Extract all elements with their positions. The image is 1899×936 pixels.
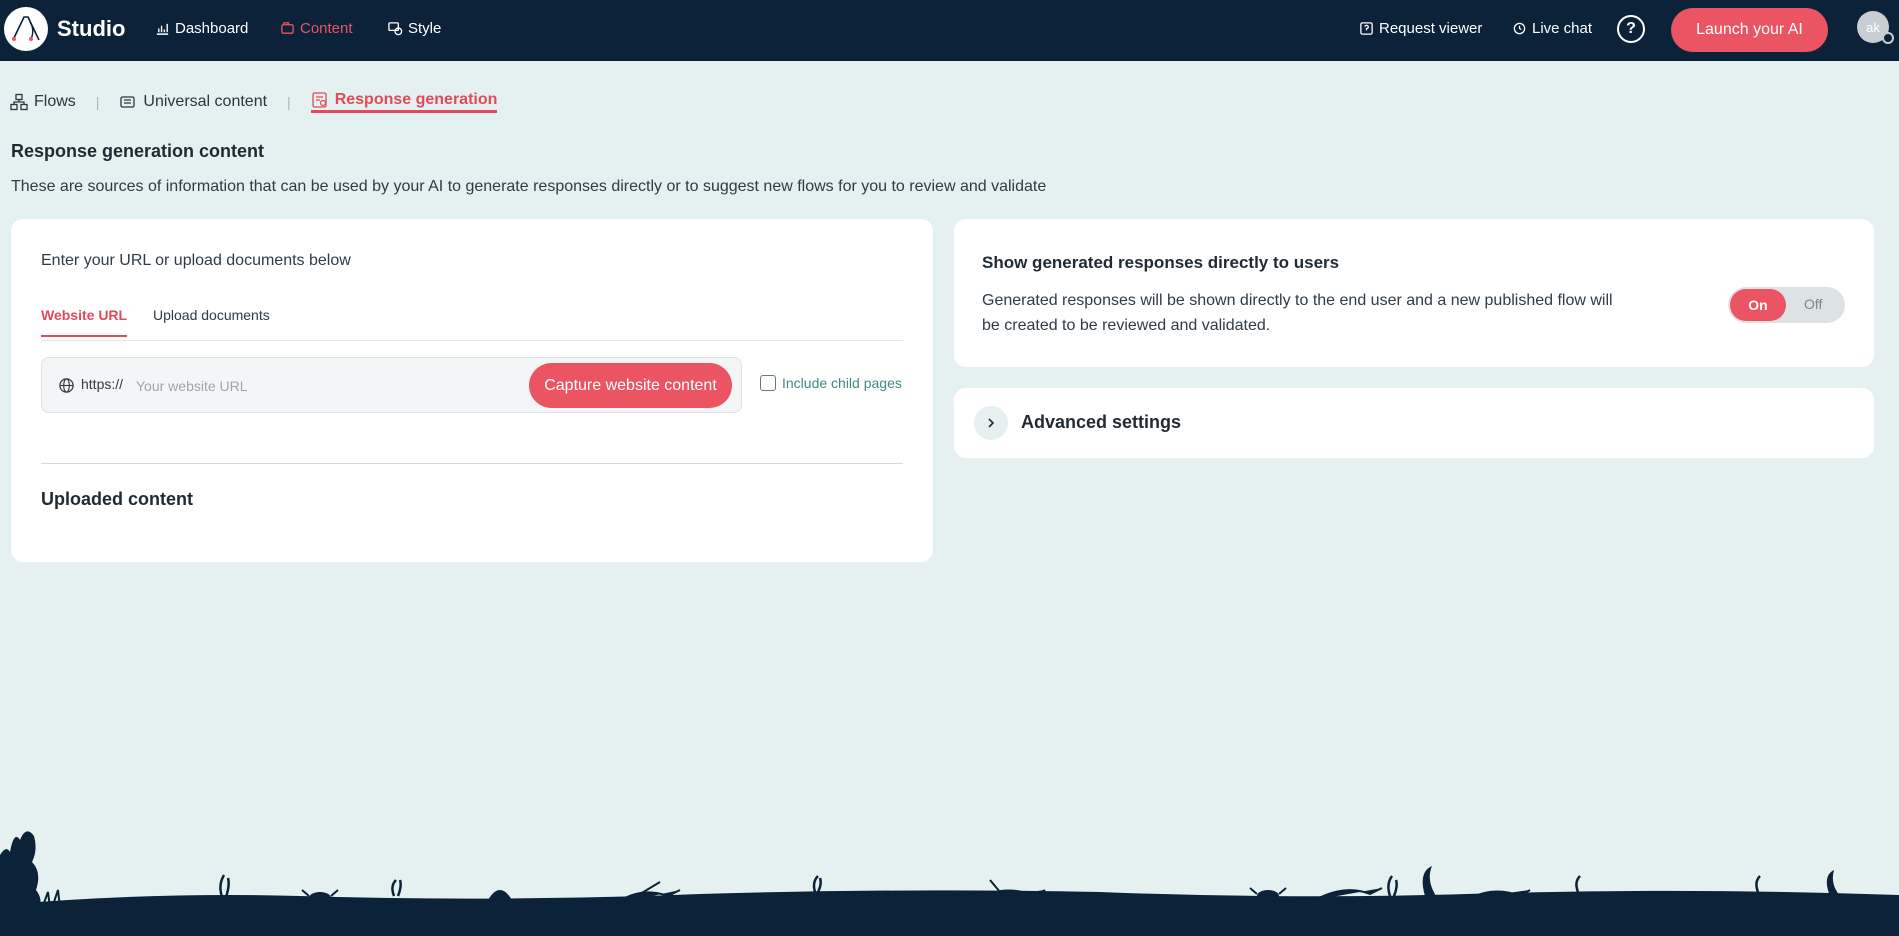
include-child-pages-label[interactable]: Include child pages <box>782 375 902 391</box>
chart-icon <box>156 23 169 35</box>
generated-responses-toggle[interactable]: On Off <box>1728 287 1845 323</box>
subtab-response-generation[interactable]: Response generation <box>310 91 498 113</box>
live-chat-icon <box>1513 22 1526 35</box>
style-icon <box>388 22 403 36</box>
toggle-off-option[interactable]: Off <box>1804 296 1822 312</box>
uploaded-content-title: Uploaded content <box>41 489 193 509</box>
response-generation-icon <box>312 92 327 108</box>
generated-responses-title: Show generated responses directly to use… <box>982 253 1340 272</box>
chevron-right-icon[interactable] <box>974 406 1008 440</box>
content-subtabs: Flows | Universal content | Response gen… <box>10 91 498 113</box>
advanced-settings-label[interactable]: Advanced settings <box>1021 412 1181 433</box>
request-viewer-label: Request viewer <box>1379 20 1483 37</box>
subtab-divider: | <box>287 94 291 110</box>
flows-icon <box>10 93 28 111</box>
page-title: Response generation content <box>11 141 265 161</box>
website-url-input[interactable] <box>136 370 436 402</box>
source-tabs: Website URL Upload documents <box>41 307 903 341</box>
logo-icon[interactable] <box>4 7 48 51</box>
nav-content[interactable]: Content <box>280 20 353 37</box>
page-description: These are sources of information that ca… <box>11 178 1047 195</box>
advanced-settings-card[interactable]: Advanced settings <box>954 388 1874 458</box>
source-intro: Enter your URL or upload documents below <box>41 252 351 269</box>
subtab-flows[interactable]: Flows <box>10 93 76 111</box>
capture-website-content-button[interactable]: Capture website content <box>529 363 732 408</box>
generated-responses-card: Show generated responses directly to use… <box>954 219 1874 367</box>
subtab-flows-label: Flows <box>34 93 76 110</box>
nav-style-label: Style <box>408 20 442 37</box>
app-brand: Studio <box>57 16 126 41</box>
tab-website-url[interactable]: Website URL <box>41 307 128 337</box>
source-card: Enter your URL or upload documents below… <box>11 219 933 562</box>
request-viewer-icon <box>1360 22 1373 35</box>
live-chat-link[interactable]: Live chat <box>1512 20 1592 37</box>
section-divider <box>41 463 903 464</box>
nav-style[interactable]: Style <box>388 20 441 37</box>
top-navigation-bar: Studio Dashboard Content Style Request v… <box>0 0 1899 61</box>
content-icon <box>281 22 294 34</box>
subtab-response-generation-label: Response generation <box>334 91 498 108</box>
avatar-status-icon <box>1882 32 1894 44</box>
nav-dashboard[interactable]: Dashboard <box>155 20 248 37</box>
nav-content-label: Content <box>300 20 353 37</box>
include-child-pages-checkbox[interactable] <box>760 375 776 391</box>
generated-responses-description: Generated responses will be shown direct… <box>982 292 1613 334</box>
universal-content-icon <box>120 96 136 108</box>
live-chat-label: Live chat <box>1532 20 1593 37</box>
subtab-divider: | <box>95 94 100 110</box>
url-prefix: https:// <box>81 376 124 392</box>
subtab-universal-content-label: Universal content <box>143 93 268 110</box>
tab-upload-documents[interactable]: Upload documents <box>153 307 270 335</box>
toggle-on-option[interactable]: On <box>1730 289 1786 321</box>
request-viewer-link[interactable]: Request viewer <box>1359 20 1482 37</box>
nav-dashboard-label: Dashboard <box>175 20 249 37</box>
seabed-illustration <box>0 831 1899 936</box>
launch-ai-button[interactable]: Launch your AI <box>1671 8 1828 52</box>
url-field-container: https:// Capture website content <box>41 357 742 413</box>
globe-icon <box>59 378 74 393</box>
help-icon[interactable]: ? <box>1617 15 1645 43</box>
subtab-universal-content[interactable]: Universal content <box>119 93 267 111</box>
